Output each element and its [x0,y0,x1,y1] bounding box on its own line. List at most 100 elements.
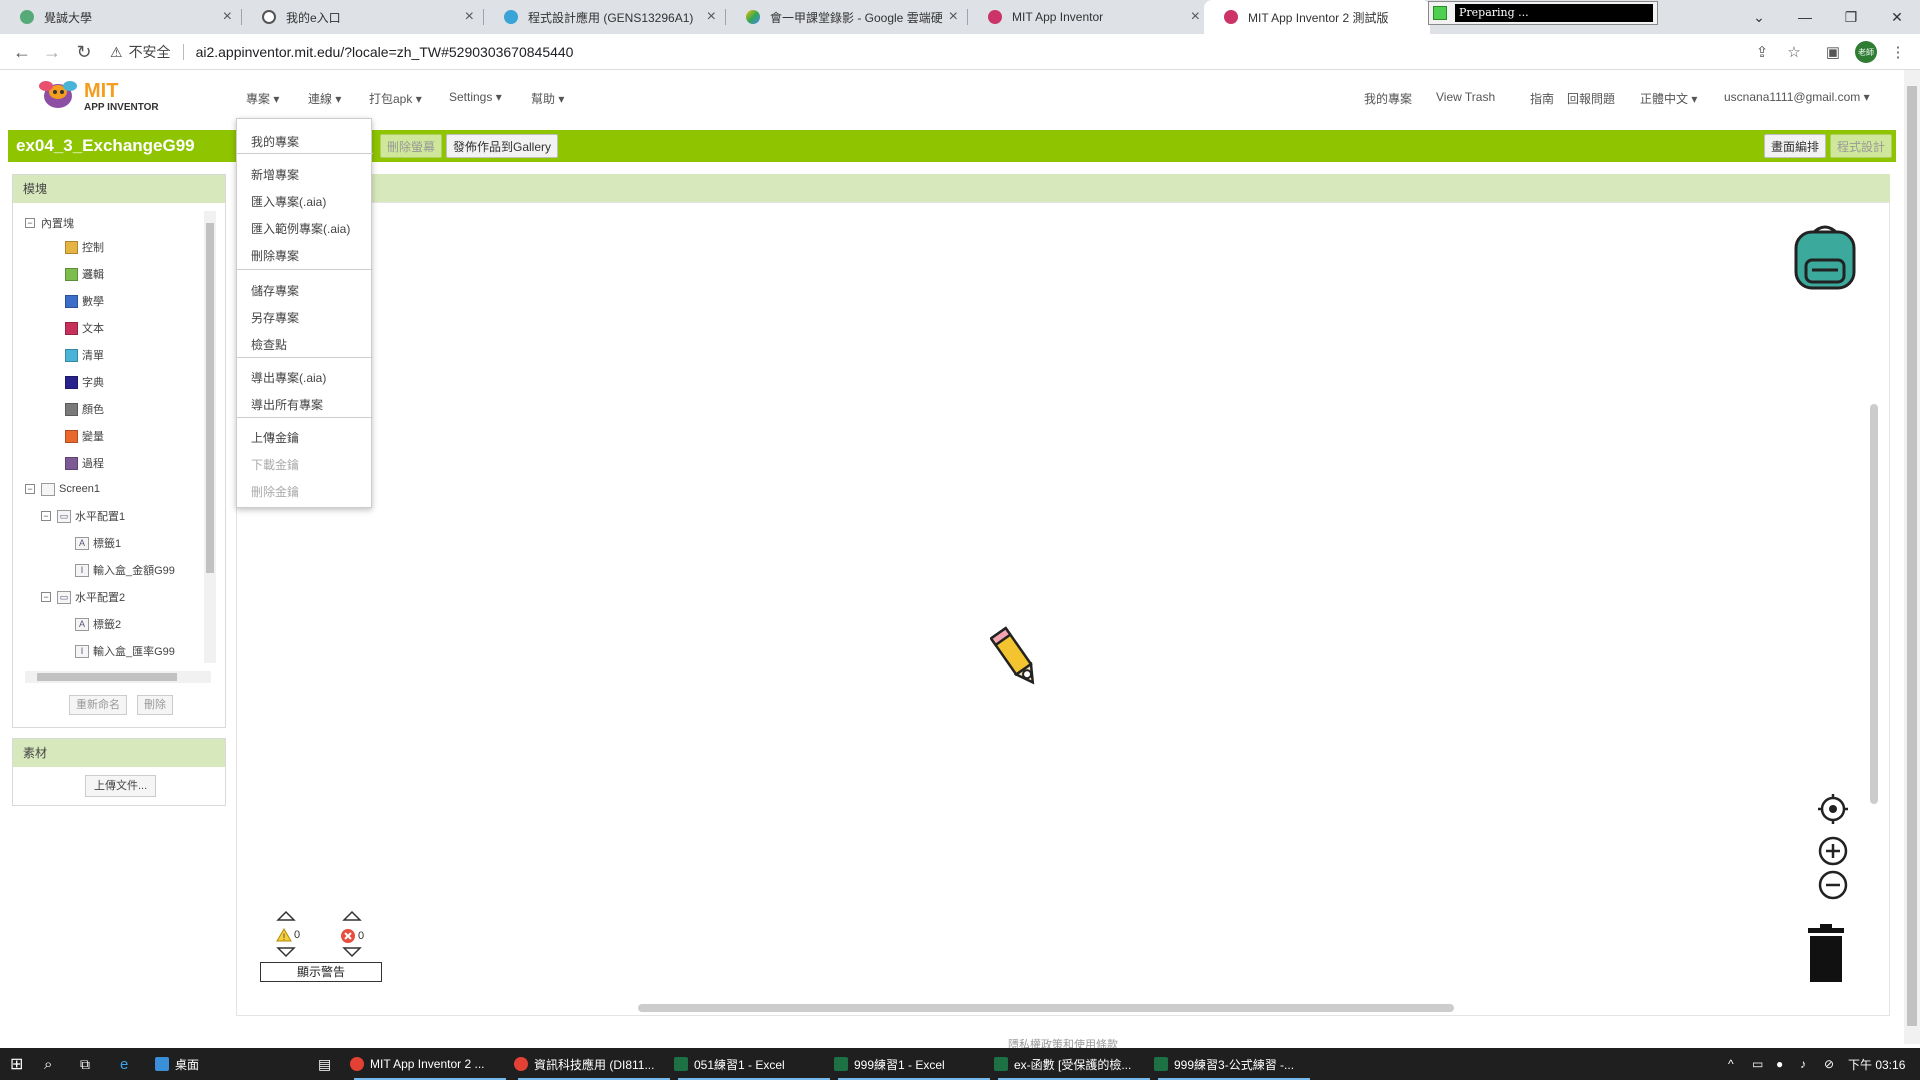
blocks-workspace[interactable] [236,202,1890,1016]
previous-warning-icon[interactable] [276,910,296,922]
windows-start-icon[interactable]: ⊞ [10,1048,23,1080]
next-warning-icon[interactable] [276,946,296,958]
blocks-button[interactable]: 程式設計 [1830,134,1893,158]
menu-connect[interactable]: 連線 ▾ [308,90,341,107]
tree-node-component[interactable]: A 標籤2 [75,614,121,634]
close-window-icon[interactable]: ✕ [1874,0,1920,34]
menu-item-import-project[interactable]: 匯入專案(.aia) [251,193,326,210]
scrollbar-thumb[interactable] [206,223,214,573]
tree-node-component[interactable]: I 輸入盒_匯率G99 [75,641,175,661]
footer-link[interactable]: 隱私權政策和使用條款 [236,1036,1890,1048]
close-tab-icon[interactable]: × [465,8,474,26]
share-icon[interactable]: ⇪ [1752,43,1772,61]
taskbar-desktop[interactable]: 桌面 [155,1048,199,1080]
builtin-drawer-procedures[interactable]: 過程 [65,453,104,473]
show-warnings-button[interactable]: 顯示警告 [260,962,382,982]
taskbar-excel-3[interactable]: ex-函數 [受保護的檢... [994,1048,1154,1080]
builtin-drawer-colors[interactable]: 顏色 [65,399,104,419]
tray-chevron-icon[interactable]: ^ [1728,1048,1734,1080]
menu-item-new-project[interactable]: 新增專案 [251,166,299,183]
delete-component-button[interactable]: 刪除 [137,695,173,715]
recenter-icon[interactable] [1818,794,1848,824]
tab-search-icon[interactable]: ⌄ [1736,0,1782,34]
store-icon[interactable]: ▤ [318,1048,331,1080]
menu-item-export-project[interactable]: 導出專案(.aia) [251,369,326,386]
bookmark-star-icon[interactable]: ☆ [1784,43,1804,61]
tree-node-component[interactable]: A 標籤1 [75,533,121,553]
browser-tab[interactable]: 我的e入口 × [242,0,484,34]
scrollbar-thumb[interactable] [1907,86,1917,1026]
guide-link[interactable]: 指南 [1530,90,1554,107]
menu-build[interactable]: 打包apk ▾ [369,90,422,107]
account-menu[interactable]: uscnana1111@gmail.com ▾ [1724,90,1870,104]
edge-icon[interactable]: e [120,1048,128,1080]
menu-item-download-keystore[interactable]: 下載金鑰 [251,456,299,473]
taskbar-chrome-appinventor[interactable]: MIT App Inventor 2 ... [350,1048,510,1080]
menu-item-import-template[interactable]: 匯入範例專案(.aia) [251,220,350,237]
zoom-in-icon[interactable] [1818,836,1848,866]
view-trash-link[interactable]: View Trash [1436,90,1495,104]
page-scrollbar[interactable] [1904,70,1920,1044]
tree-node-component[interactable]: I 輸入盒_金額G99 [75,560,175,580]
warning-icon[interactable]: ⚠ [110,44,123,61]
builtin-drawer-math[interactable]: 數學 [65,291,104,311]
delete-screen-button[interactable]: 刪除螢幕 [380,134,443,158]
volume-icon[interactable]: ♪ [1800,1048,1806,1080]
builtin-drawer-text[interactable]: 文本 [65,318,104,338]
browser-tab[interactable]: 會一甲課堂錄影 - Google 雲端硬 × [726,0,968,34]
profile-avatar[interactable]: 老師 [1855,41,1877,63]
browser-tab-active[interactable]: MIT App Inventor 2 測試版 [1204,0,1430,34]
tree-node-builtin[interactable]: − 內置塊 [25,213,74,233]
builtin-drawer-logic[interactable]: 邏輯 [65,264,104,284]
app-inventor-logo[interactable]: MIT APP INVENTOR [36,76,166,116]
workspace-horizontal-scrollbar[interactable] [638,1004,1454,1012]
tree-horizontal-scrollbar[interactable] [25,671,211,683]
builtin-drawer-dictionaries[interactable]: 字典 [65,372,104,392]
close-tab-icon[interactable]: × [1191,8,1200,26]
builtin-drawer-variables[interactable]: 變量 [65,426,104,446]
scrollbar-thumb[interactable] [37,673,177,681]
builtin-drawer-control[interactable]: 控制 [65,237,104,257]
publish-gallery-button[interactable]: 發佈作品到Gallery [446,134,559,158]
trash-icon[interactable] [1806,924,1846,982]
menu-item-save-project[interactable]: 儲存專案 [251,282,299,299]
close-tab-icon[interactable]: × [949,8,958,26]
workspace-vertical-scrollbar[interactable] [1870,404,1878,804]
url-text[interactable]: ai2.appinventor.mit.edu/?locale=zh_TW#52… [196,44,574,60]
report-issue-link[interactable]: 回報問題 [1567,90,1615,107]
menu-item-delete-project[interactable]: 刪除專案 [251,247,299,264]
restore-icon[interactable]: ❐ [1828,0,1874,34]
forward-icon[interactable]: → [40,41,64,63]
zoom-out-icon[interactable] [1818,870,1848,900]
collapse-icon[interactable]: − [41,511,51,521]
task-view-icon[interactable]: ⧉ [80,1048,90,1080]
menu-item-export-all[interactable]: 導出所有專案 [251,396,323,413]
menu-help[interactable]: 幫助 ▾ [531,90,564,107]
microphone-icon[interactable]: ● [1776,1048,1783,1080]
reload-icon[interactable]: ↻ [72,41,96,63]
upload-file-button[interactable]: 上傳文件... [85,775,157,797]
backpack-icon[interactable] [1790,220,1860,292]
search-icon[interactable]: ⌕ [44,1048,52,1080]
menu-item-upload-keystore[interactable]: 上傳金鑰 [251,429,299,446]
designer-button[interactable]: 畫面編排 [1764,134,1827,158]
no-sync-icon[interactable]: ⊘ [1824,1048,1834,1080]
tree-node-component[interactable]: − ▭ 水平配置1 [41,506,125,526]
taskbar-excel-4[interactable]: 999練習3-公式練習 -... [1154,1048,1314,1080]
browser-tab[interactable]: 程式設計應用 (GENS13296A1) × [484,0,726,34]
taskbar-excel-2[interactable]: 999練習1 - Excel [834,1048,994,1080]
menu-settings[interactable]: Settings ▾ [449,90,502,104]
menu-item-checkpoint[interactable]: 檢查點 [251,336,287,353]
taskbar-chrome-course[interactable]: 資訊科技應用 (DI811... [514,1048,674,1080]
builtin-drawer-lists[interactable]: 清單 [65,345,104,365]
back-icon[interactable]: ← [10,41,34,63]
minimize-icon[interactable]: — [1782,0,1828,34]
collapse-icon[interactable]: − [25,484,35,494]
rename-button[interactable]: 重新命名 [69,695,127,715]
menu-project[interactable]: 專案 ▾ [246,90,279,107]
menu-item-save-as[interactable]: 另存專案 [251,309,299,326]
network-icon[interactable]: ▭ [1752,1048,1763,1080]
language-menu[interactable]: 正體中文 ▾ [1640,90,1697,107]
next-error-icon[interactable] [342,946,362,958]
close-tab-icon[interactable]: × [223,8,232,26]
